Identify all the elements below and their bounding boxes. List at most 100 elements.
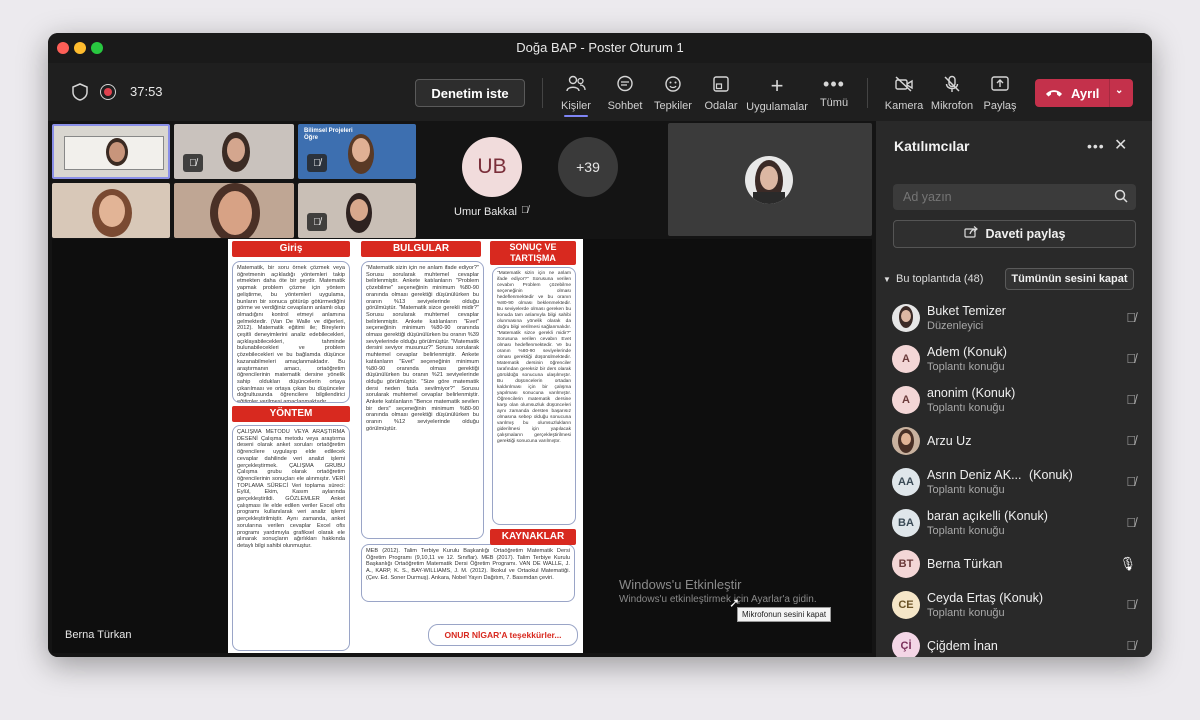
mic-off-icon: 🎙̸ <box>1126 392 1136 407</box>
avatar: Çİ <box>892 632 920 657</box>
participant-row[interactable]: CE Ceyda Ertaş (Konuk) Toplantı konuğu 🎙… <box>892 587 1142 623</box>
rooms-button[interactable]: Odalar <box>693 75 749 112</box>
meeting-timer: 37:53 <box>130 84 163 99</box>
avatar <box>745 156 793 204</box>
mic-off-icon: 🎙̸ <box>307 213 327 231</box>
mic-off-icon: 🎙̸ <box>1126 638 1136 653</box>
participant-role: Toplantı konuğu <box>927 402 1005 414</box>
chevron-down-icon[interactable]: ⌄ <box>1115 85 1123 96</box>
share-invite-button[interactable]: Daveti paylaş <box>893 220 1136 248</box>
people-icon <box>548 75 604 96</box>
video-tile[interactable]: Bilimsel Projeleri Öğre 🎙̸ <box>298 124 416 179</box>
toolbar-divider <box>542 78 543 108</box>
shield-icon <box>71 83 89 106</box>
plus-icon: + <box>770 73 784 98</box>
share-label: Paylaş <box>983 100 1017 112</box>
share-invite-label: Daveti paylaş <box>985 227 1066 241</box>
participant-name: Arzu Uz <box>927 434 972 448</box>
meeting-toolbar: 37:53 Denetim iste Kişiler Sohbet Tepkil… <box>48 63 1152 121</box>
participant-guest-tag: (Konuk) <box>1029 468 1073 482</box>
apps-label: Uygulamalar <box>746 101 808 113</box>
avatar: A <box>892 345 920 373</box>
participant-name: Ceyda Ertaş (Konuk) <box>927 591 1044 605</box>
mic-off-icon: 🎙̸ <box>1126 515 1136 530</box>
participant-role: Düzenleyici <box>927 320 984 332</box>
participant-name: baran açıkelli (Konuk) <box>927 509 1048 523</box>
mute-all-button[interactable]: Tümünün sesini kapat <box>1005 268 1134 290</box>
section-label: Bu toplantıda (48) <box>895 273 984 285</box>
presenter-name-label: Berna Türkan <box>65 629 132 641</box>
participant-tile-buket[interactable] <box>668 123 872 236</box>
avatar: CE <box>892 591 920 619</box>
people-button[interactable]: Kişiler <box>548 75 604 117</box>
participant-name: anonim (Konuk) <box>927 386 1016 400</box>
participant-row[interactable]: Buket Temizer Düzenleyici 🎙̸ <box>892 300 1142 336</box>
participant-role: Toplantı konuğu <box>927 484 1005 496</box>
close-icon[interactable]: ✕ <box>1114 135 1127 155</box>
video-tile[interactable]: 🎙̸ <box>298 183 416 238</box>
participant-row[interactable]: Arzu Uz 🎙̸ <box>892 423 1142 459</box>
participant-name: Adem (Konuk) <box>927 345 1007 359</box>
shared-poster: Giriş Matematik, bir soru örnek çözmek v… <box>228 239 583 653</box>
more-options-icon[interactable]: ••• <box>1087 138 1105 154</box>
results-text: "Matematik sizin için ne anlam ifade edi… <box>361 261 484 539</box>
maximize-window-button[interactable] <box>91 42 103 54</box>
mic-off-icon: 🎙̸ <box>521 205 529 216</box>
discussion-heading: SONUÇ VE TARTIŞMA <box>490 241 576 265</box>
tooltip: Mikrofonun sesini kapat <box>737 607 832 622</box>
mic-icon: 🎙 <box>1119 556 1136 571</box>
search-icon <box>1114 189 1128 208</box>
video-tile[interactable] <box>52 124 170 179</box>
share-button[interactable]: Paylaş <box>972 75 1028 112</box>
close-window-button[interactable] <box>57 42 69 54</box>
participant-row[interactable]: Çİ Çiğdem İnan 🎙̸ <box>892 628 1142 657</box>
participant-name: Buket Temizer <box>927 304 1006 318</box>
leave-divider <box>1109 79 1110 107</box>
participant-row[interactable]: A Adem (Konuk) Toplantı konuğu 🎙̸ <box>892 341 1142 377</box>
video-tile[interactable] <box>174 183 294 238</box>
mic-off-icon: 🎙̸ <box>307 154 327 172</box>
active-tab-indicator <box>564 115 588 117</box>
participant-name: Berna Türkan <box>927 557 1003 571</box>
participant-row[interactable]: BT Berna Türkan 🎙 <box>892 546 1142 582</box>
search-input[interactable] <box>893 184 1136 210</box>
mic-off-icon: 🎙̸ <box>1126 310 1136 325</box>
panel-title: Katılımcılar <box>894 138 970 154</box>
in-meeting-section-toggle[interactable]: ▼ Bu toplantıda (48) <box>883 273 983 285</box>
participant-row[interactable]: BA baran açıkelli (Konuk) Toplantı konuğ… <box>892 505 1142 541</box>
share-icon <box>972 75 1028 96</box>
minimize-window-button[interactable] <box>74 42 86 54</box>
request-control-button[interactable]: Denetim iste <box>415 79 525 107</box>
discussion-text: "Matematik sizin için ne anlam ifade edi… <box>492 267 576 525</box>
mic-off-icon: 🎙̸ <box>1126 597 1136 612</box>
method-text: ÇALIŞMA METODU VEYA ARAŞTIRMA DESENİ Çal… <box>232 425 350 651</box>
references-text: MEB (2012). Talim Terbiye Kurulu Başkanl… <box>361 544 575 602</box>
avatar: A <box>892 386 920 414</box>
intro-heading: Giriş <box>232 241 350 257</box>
rooms-icon <box>693 75 749 96</box>
avatar: BA <box>892 509 920 537</box>
windows-activation-title: Windows'u Etkinleştir <box>619 577 742 592</box>
mic-off-icon: 🎙̸ <box>1126 433 1136 448</box>
hangup-icon <box>1045 86 1063 101</box>
more-button[interactable]: ••• Tümü <box>806 75 862 109</box>
overflow-participants-button[interactable]: +39 <box>558 137 618 197</box>
caret-down-icon: ▼ <box>883 275 891 284</box>
leave-button[interactable]: Ayrıl ⌄ <box>1035 79 1133 107</box>
apps-button[interactable]: + Uygulamalar <box>742 73 812 114</box>
teams-window: Doğa BAP - Poster Oturum 1 37:53 Denetim… <box>48 33 1152 657</box>
method-heading: YÖNTEM <box>232 406 350 422</box>
participant-row[interactable]: AA Asrın Deniz AK... (Konuk) Toplantı ko… <box>892 464 1142 500</box>
participant-role: Toplantı konuğu <box>927 607 1005 619</box>
rooms-label: Odalar <box>704 100 738 112</box>
people-label: Kişiler <box>561 100 591 112</box>
thanks-banner: ONUR NİGAR'A teşekkürler... <box>428 624 578 646</box>
participant-row[interactable]: A anonim (Konuk) Toplantı konuğu 🎙̸ <box>892 382 1142 418</box>
participant-role: Toplantı konuğu <box>927 525 1005 537</box>
tile-name-label: Umur Bakkal <box>454 206 517 218</box>
mic-off-icon: 🎙̸ <box>183 154 203 172</box>
search-field[interactable] <box>893 184 1093 210</box>
video-tile[interactable] <box>52 183 170 238</box>
intro-text: Matematik, bir soru örnek çözmek veya öğ… <box>232 261 350 403</box>
video-tile[interactable]: 🎙̸ <box>174 124 294 179</box>
